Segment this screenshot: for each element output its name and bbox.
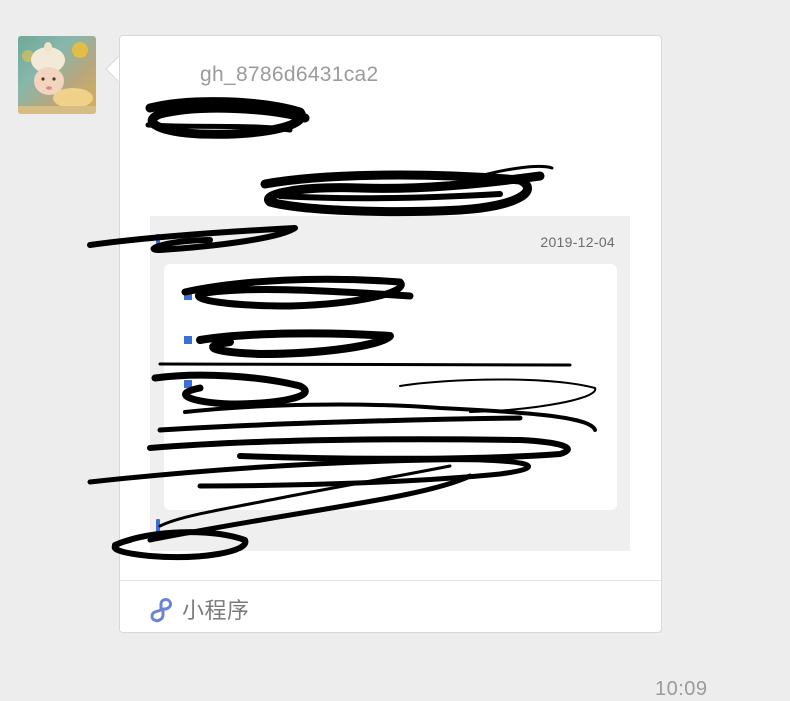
section-marker [156, 519, 160, 533]
mini-program-icon [150, 598, 172, 623]
preview-image[interactable]: 2019-12-04 [150, 164, 630, 551]
bullet-marker [184, 292, 192, 300]
section-marker [156, 234, 160, 248]
preview-header [150, 164, 630, 216]
mini-program-card[interactable]: gh_8786d6431ca2 2019-12-04 小程序 [119, 35, 662, 633]
footer-divider [120, 580, 661, 581]
avatar[interactable] [18, 36, 96, 114]
baby-photo-icon [18, 42, 96, 114]
preview-date: 2019-12-04 [540, 234, 615, 250]
sender-name: gh_8786d6431ca2 [200, 63, 379, 86]
mini-program-label: 小程序 [182, 599, 250, 624]
bullet-marker [184, 380, 192, 388]
preview-content: 2019-12-04 [150, 216, 630, 551]
info-box [164, 264, 617, 510]
bullet-marker [184, 336, 192, 344]
